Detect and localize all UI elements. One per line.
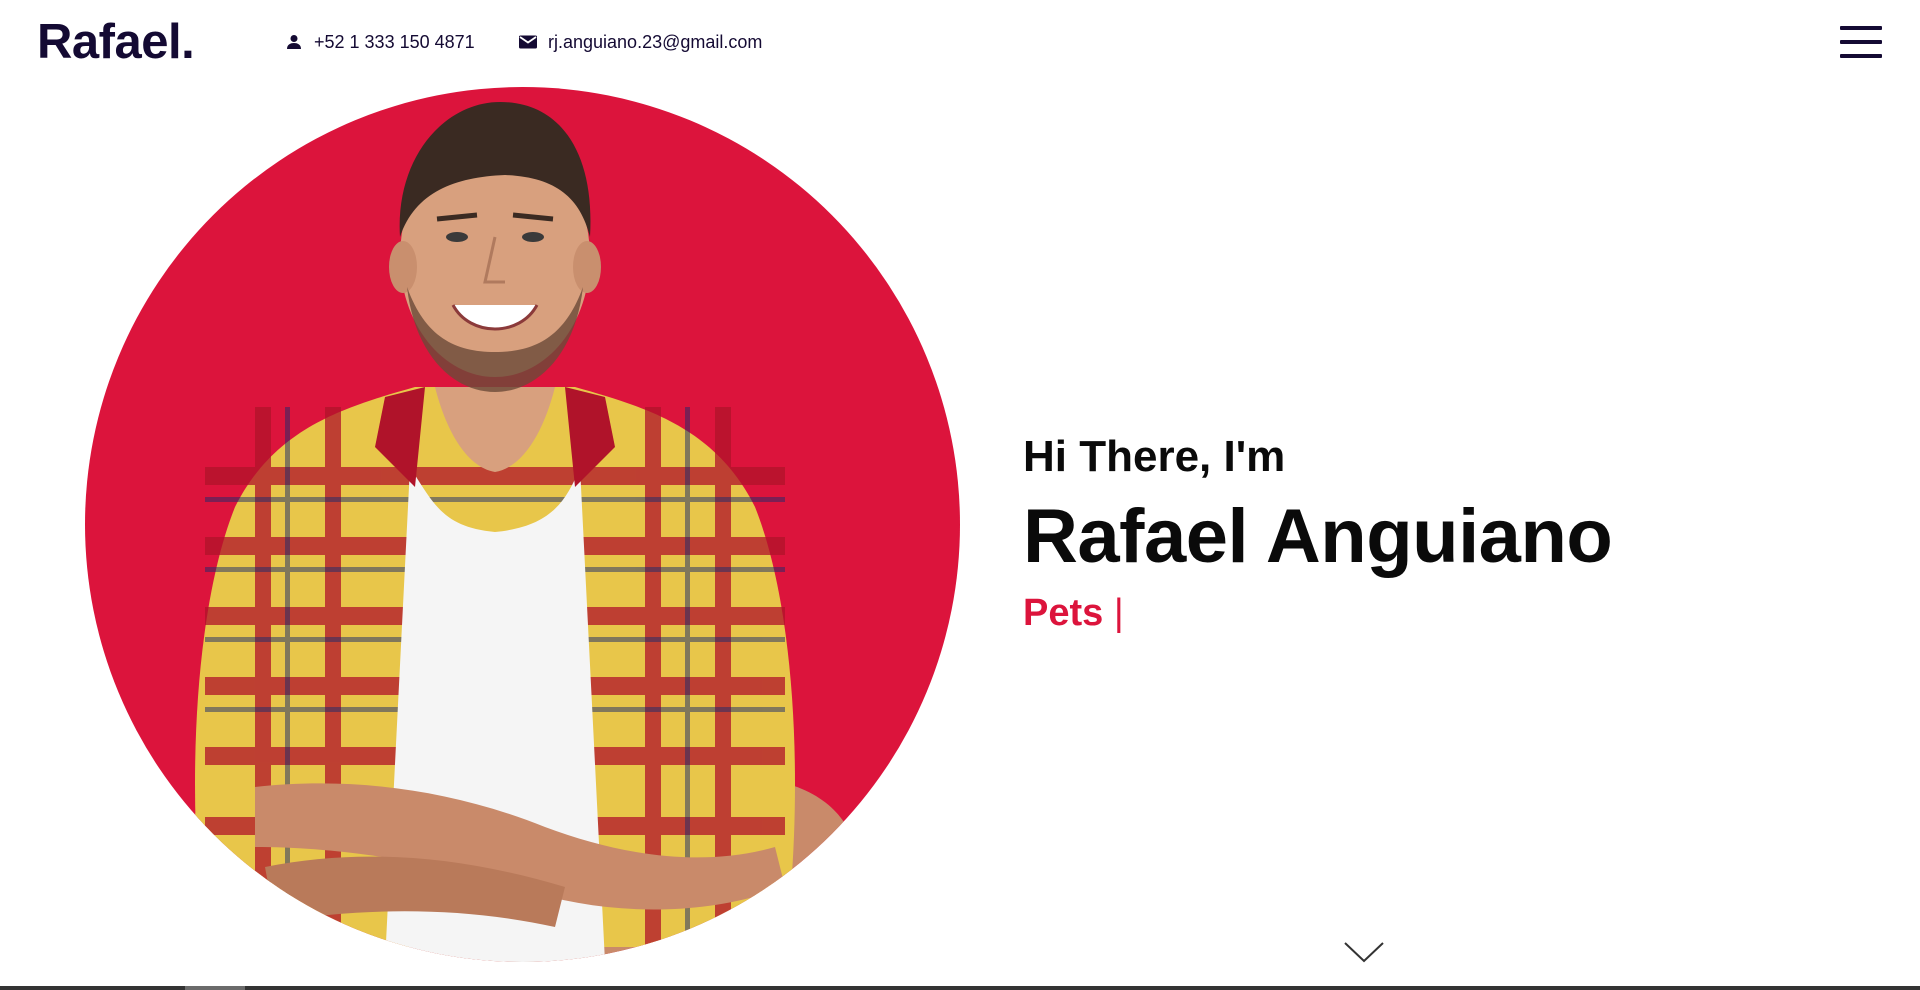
phone-number: +52 1 333 150 4871	[314, 32, 475, 52]
mail-icon	[518, 32, 538, 52]
phone-link[interactable]: +52 1 333 150 4871	[284, 30, 475, 54]
hero-photo-circle	[85, 87, 960, 962]
hamburger-menu-icon[interactable]	[1840, 24, 1882, 60]
typing-cursor: |	[1113, 592, 1124, 634]
header: Rafael. +52 1 333 150 4871 rj.anguiano.2…	[0, 0, 1920, 86]
typed-role-text: Pets	[1023, 592, 1104, 634]
page: Rafael. +52 1 333 150 4871 rj.anguiano.2…	[0, 0, 1920, 990]
portrait-photo	[175, 102, 855, 962]
hero-name: Rafael Anguiano	[1023, 494, 1613, 579]
bottom-bar	[0, 986, 1920, 990]
chevron-down-icon[interactable]	[1343, 940, 1385, 964]
hero-text: Hi There, I'm Rafael Anguiano Pets |	[1023, 425, 1613, 641]
person-icon	[284, 32, 304, 52]
email-address: rj.anguiano.23@gmail.com	[548, 32, 763, 52]
bottom-bar-segment	[185, 986, 245, 990]
hero-greeting: Hi There, I'm	[1023, 432, 1286, 481]
hero-typed-role: Pets |	[1023, 585, 1612, 641]
site-logo[interactable]: Rafael.	[37, 14, 195, 70]
email-link[interactable]: rj.anguiano.23@gmail.com	[518, 30, 762, 54]
